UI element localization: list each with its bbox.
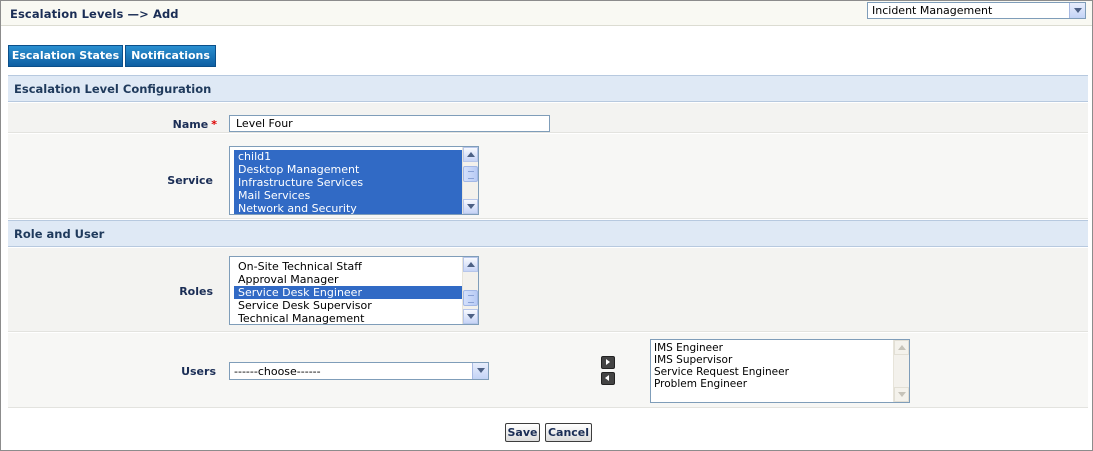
section-title: Role and User [14,227,105,241]
roles-options: On-Site Technical Staff Approval Manager… [234,260,462,324]
remove-user-arrow-icon[interactable] [601,372,615,385]
service-options: child1 Desktop Management Infrastructure… [234,150,462,214]
section-header-role-user: Role and User [8,220,1088,247]
cancel-button[interactable]: Cancel [545,423,592,442]
tab-escalation-states[interactable]: Escalation States [8,45,123,67]
scroll-down-icon[interactable] [463,309,478,324]
users-scrollbar[interactable] [893,340,909,402]
service-label: Service [167,174,213,187]
roles-scrollbar[interactable] [462,257,478,324]
service-listbox[interactable]: child1 Desktop Management Infrastructure… [229,146,479,215]
escalation-window: Escalation Levels —> Add Incident Manage… [0,0,1093,451]
list-item[interactable]: Infrastructure Services [234,176,462,189]
users-select[interactable]: ------choose------ [229,362,489,380]
chevron-down-icon[interactable] [1069,3,1085,18]
list-item[interactable]: child1 [234,150,462,163]
selected-users-options: IMS Engineer IMS Supervisor Service Requ… [651,342,891,390]
list-item[interactable]: Approval Manager [234,273,462,286]
scroll-up-icon[interactable] [463,257,478,272]
name-input[interactable] [230,116,549,131]
service-scrollbar[interactable] [462,147,478,214]
scroll-thumb[interactable] [463,166,478,182]
name-input-wrapper [229,115,550,132]
scroll-down-icon[interactable] [894,387,909,402]
list-item[interactable]: Service Request Engineer [651,366,891,378]
list-item[interactable]: Service Desk Engineer [234,286,462,299]
chevron-down-icon[interactable] [472,363,488,379]
list-item[interactable]: Problem Engineer [651,378,891,390]
name-label-text: Name [172,118,209,131]
list-item[interactable]: Network and Security [234,202,462,214]
scroll-down-icon[interactable] [463,199,478,214]
module-select[interactable]: Incident Management [867,2,1086,19]
name-label: Name * [141,118,217,131]
save-button[interactable]: Save [505,423,540,442]
required-marker: * [211,118,217,131]
list-item[interactable]: Desktop Management [234,163,462,176]
list-item[interactable]: IMS Engineer [651,342,891,354]
section-header-configuration: Escalation Level Configuration [8,75,1088,102]
add-user-arrow-icon[interactable] [601,356,615,369]
section-title: Escalation Level Configuration [14,82,212,96]
scroll-thumb[interactable] [463,290,478,306]
list-item[interactable]: On-Site Technical Staff [234,260,462,273]
list-item[interactable]: IMS Supervisor [651,354,891,366]
page-title: Escalation Levels —> Add [10,7,179,21]
roles-label: Roles [179,285,213,298]
module-select-value: Incident Management [872,4,993,17]
users-label: Users [181,365,216,378]
title-bar: Escalation Levels —> Add Incident Manage… [1,1,1092,26]
scroll-up-icon[interactable] [463,147,478,162]
list-item[interactable]: Mail Services [234,189,462,202]
roles-listbox[interactable]: On-Site Technical Staff Approval Manager… [229,256,479,325]
scroll-up-icon[interactable] [894,340,909,355]
tab-notifications[interactable]: Notifications [125,45,216,67]
list-item[interactable]: Service Desk Supervisor [234,299,462,312]
selected-users-listbox[interactable]: IMS Engineer IMS Supervisor Service Requ… [650,339,910,403]
users-select-value: ------choose------ [234,365,321,378]
list-item[interactable]: Technical Management [234,312,462,324]
